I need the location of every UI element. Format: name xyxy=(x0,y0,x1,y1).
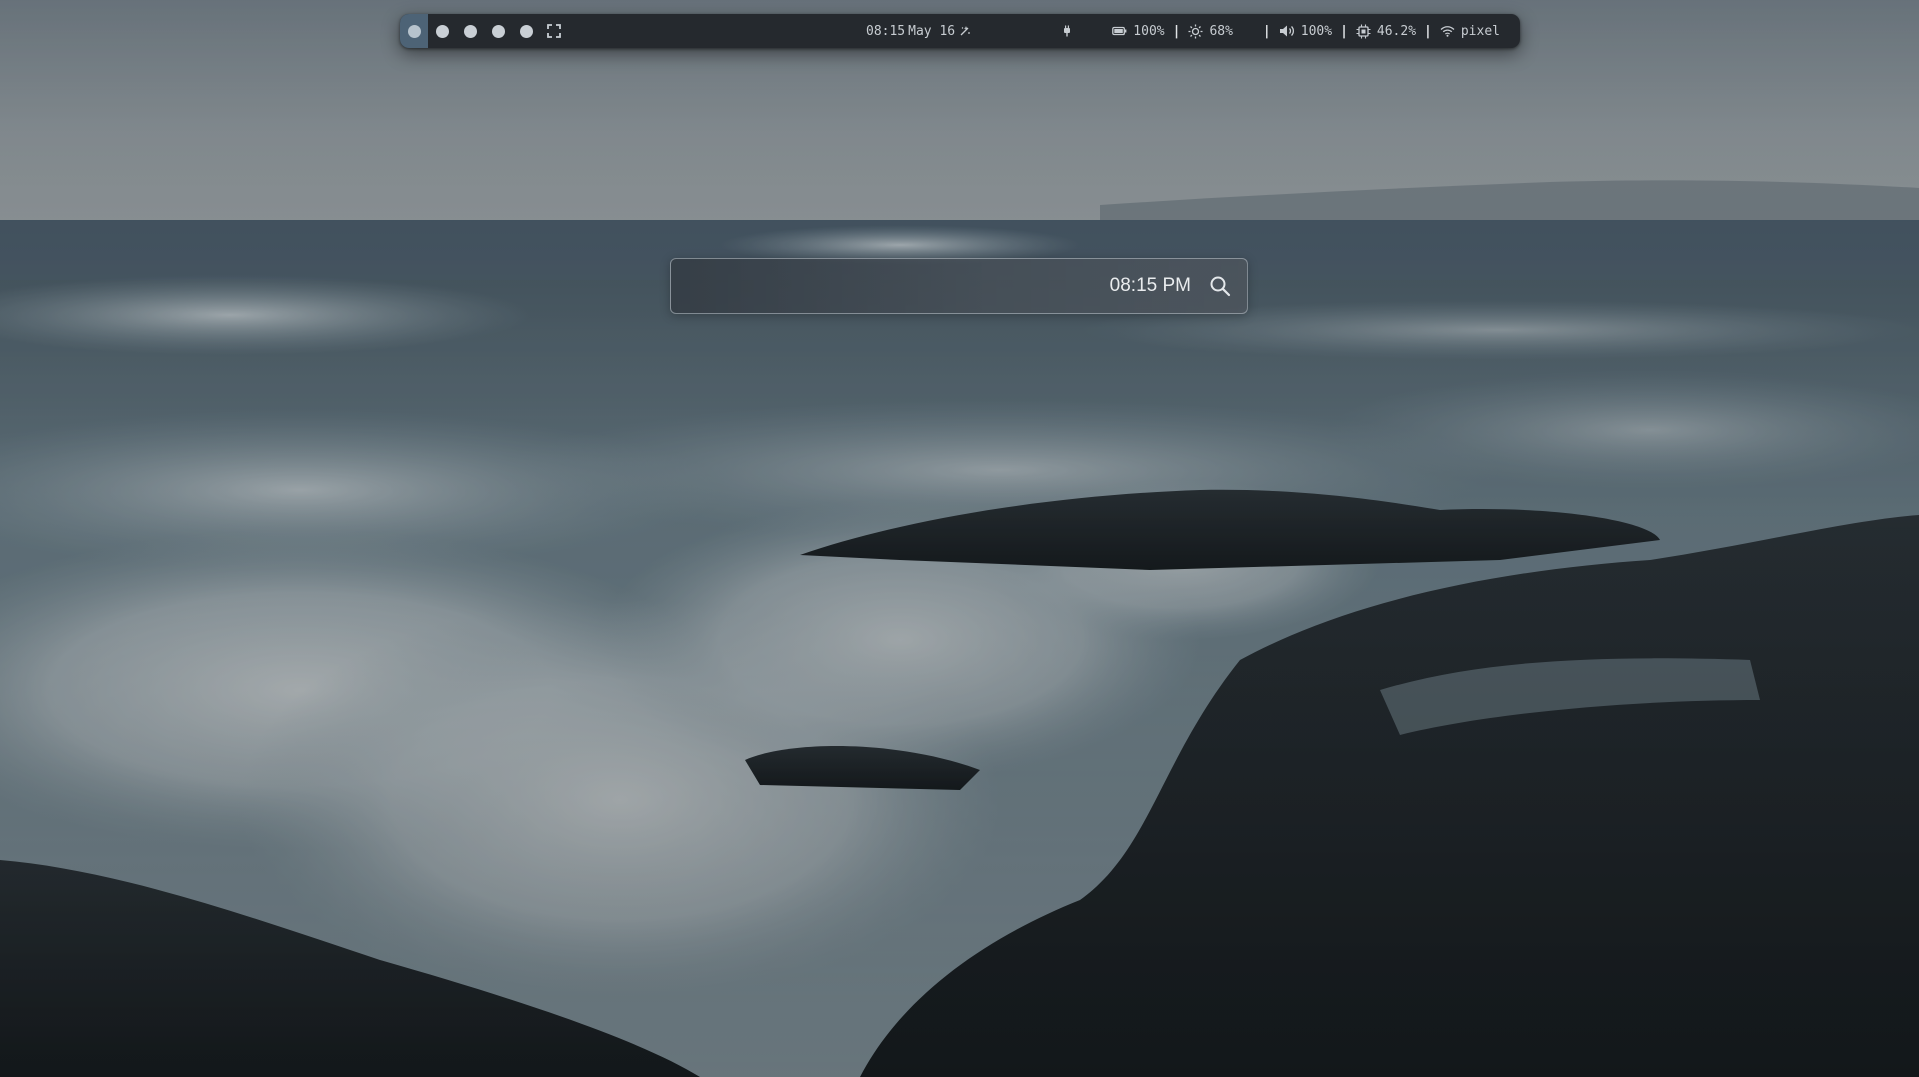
separator: | xyxy=(1262,23,1271,39)
fullscreen-button[interactable] xyxy=(540,14,568,48)
brightness-status[interactable]: 68% xyxy=(1188,23,1233,39)
battery-icon xyxy=(1112,26,1127,36)
search-icon xyxy=(1210,276,1231,297)
battery-status[interactable]: 100% xyxy=(1112,23,1165,39)
search-button[interactable] xyxy=(1209,275,1231,297)
battery-value: 100% xyxy=(1133,23,1165,39)
workspace-1-button[interactable] xyxy=(400,14,428,48)
workspace-switcher xyxy=(400,14,568,48)
clock-time: 08:15 xyxy=(866,23,906,39)
search-time: 08:15 PM xyxy=(1109,275,1191,296)
workspace-5-button[interactable] xyxy=(512,14,540,48)
workspace-3-button[interactable] xyxy=(456,14,484,48)
separator: | xyxy=(1172,23,1181,39)
search-input[interactable] xyxy=(687,259,1071,315)
clock[interactable]: 08:15 May 16 xyxy=(866,14,971,48)
workspace-dot-icon xyxy=(407,24,421,38)
workspace-dot-icon xyxy=(463,24,477,38)
wifi-network-name: pixel xyxy=(1460,23,1500,39)
sparkle-icon xyxy=(960,25,971,35)
plug-icon xyxy=(1062,25,1072,37)
separator: | xyxy=(1340,23,1348,39)
workspace-dot-icon xyxy=(519,24,533,38)
sun-icon xyxy=(1188,24,1203,38)
volume-value: 100% xyxy=(1300,23,1333,39)
workspace-4-button[interactable] xyxy=(484,14,512,48)
cpu-value: 46.2% xyxy=(1376,23,1417,39)
cpu-icon xyxy=(1356,24,1371,38)
fullscreen-icon xyxy=(547,24,561,38)
workspace-2-button[interactable] xyxy=(428,14,456,48)
volume-status[interactable]: 100% xyxy=(1279,24,1332,39)
top-bar: 08:15 May 16 100% | 68% | 100% | 46.2% |… xyxy=(400,14,1520,48)
clock-date: May 16 xyxy=(908,23,956,39)
cpu-status[interactable]: 46.2% xyxy=(1356,24,1416,39)
desktop: 08:15 May 16 100% | 68% | 100% | 46.2% |… xyxy=(0,0,1919,1077)
status-tray: 100% | 68% | 100% | 46.2% | pixel xyxy=(1062,14,1500,48)
workspace-dot-icon xyxy=(435,24,449,38)
separator: | xyxy=(1424,23,1432,39)
wifi-status[interactable]: pixel xyxy=(1440,24,1500,39)
wifi-icon xyxy=(1440,26,1455,37)
speaker-icon xyxy=(1279,25,1294,37)
search-bar[interactable]: 08:15 PM xyxy=(670,258,1248,315)
brightness-value: 68% xyxy=(1209,23,1233,39)
wallpaper xyxy=(0,0,1919,1077)
workspace-dot-icon xyxy=(491,24,505,38)
